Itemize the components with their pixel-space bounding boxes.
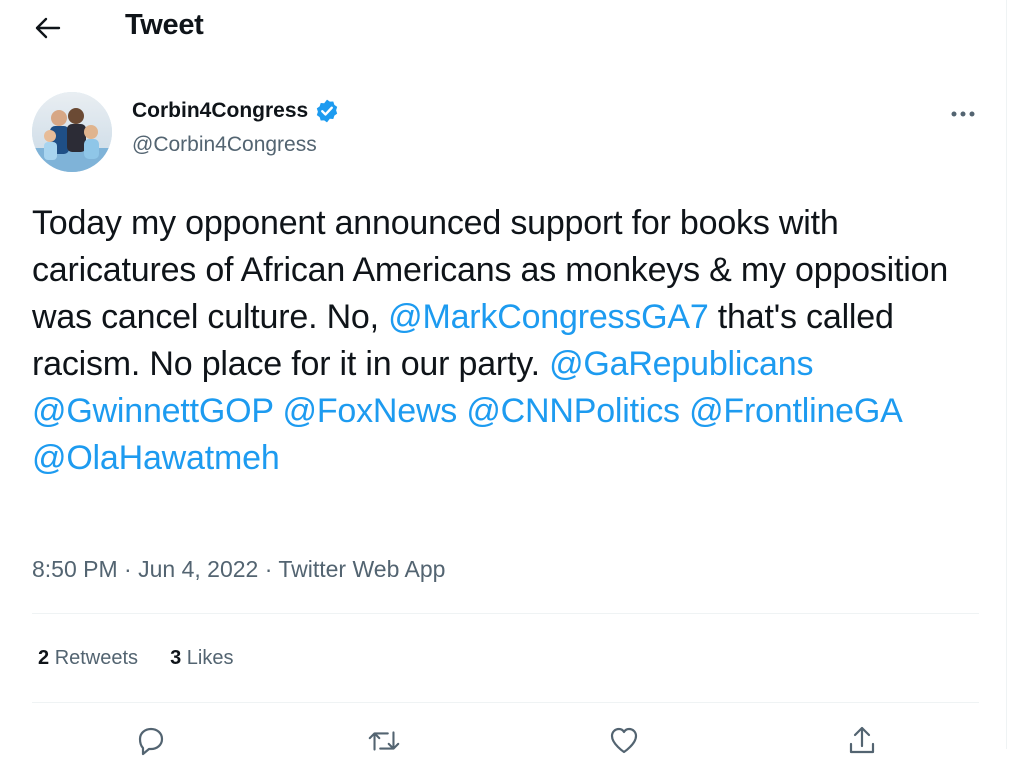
more-options-button[interactable] xyxy=(946,100,980,128)
verified-badge-icon xyxy=(314,98,340,124)
author-handle[interactable]: @Corbin4Congress xyxy=(132,133,317,157)
reply-button[interactable] xyxy=(133,724,169,760)
tweet-actions xyxy=(0,716,1006,756)
retweets-label: Retweets xyxy=(54,647,139,669)
meta-separator: · xyxy=(258,556,279,582)
tweet-source[interactable]: Twitter Web App xyxy=(278,556,445,582)
mention-link[interactable]: @CNNPolitics xyxy=(466,392,680,430)
back-button[interactable] xyxy=(30,10,66,46)
tweet-text-segment xyxy=(680,392,689,430)
mention-link[interactable]: @OlaHawatmeh xyxy=(32,439,280,477)
reply-icon xyxy=(138,727,164,756)
likes-count: 3 xyxy=(170,647,182,669)
like-icon xyxy=(610,727,638,754)
mention-link[interactable]: @GaRepublicans xyxy=(549,345,813,383)
tweet-stats: 2 Retweets 3 Likes xyxy=(38,647,233,670)
meta-separator: · xyxy=(117,556,139,582)
retweet-button[interactable] xyxy=(366,724,402,760)
retweet-icon xyxy=(368,731,400,751)
avatar-photo-icon xyxy=(32,92,112,172)
retweets-count: 2 xyxy=(38,647,50,669)
like-button[interactable] xyxy=(606,724,642,760)
back-arrow-icon xyxy=(35,17,61,39)
share-button[interactable] xyxy=(844,724,880,760)
retweets-stat[interactable]: 2 Retweets xyxy=(38,647,138,670)
page-title: Tweet xyxy=(125,9,204,41)
tweet-text: Today my opponent announced support for … xyxy=(32,200,992,482)
mention-link[interactable]: @FoxNews xyxy=(283,392,458,430)
likes-label: Likes xyxy=(186,647,234,669)
tweet-page: Tweet Corbin4Congress @Corbin4Congress T… xyxy=(0,0,1007,756)
likes-stat[interactable]: 3 Likes xyxy=(170,647,233,670)
divider xyxy=(32,613,979,614)
mention-link[interactable]: @GwinnettGOP xyxy=(32,392,273,430)
share-icon xyxy=(849,726,875,754)
avatar[interactable] xyxy=(32,92,112,172)
tweet-date[interactable]: Jun 4, 2022 xyxy=(138,556,258,582)
tweet-text-segment xyxy=(273,392,282,430)
tweet-text-segment xyxy=(457,392,466,430)
header-bar: Tweet xyxy=(0,0,1006,56)
mention-link[interactable]: @MarkCongressGA7 xyxy=(388,298,709,336)
mention-link[interactable]: @FrontlineGA xyxy=(689,392,901,430)
author-display-name[interactable]: Corbin4Congress xyxy=(132,99,308,123)
author-name-row[interactable]: Corbin4Congress xyxy=(132,98,340,124)
tweet-metadata: 8:50 PM · Jun 4, 2022 · Twitter Web App xyxy=(32,556,445,583)
more-icon xyxy=(951,111,975,117)
divider xyxy=(32,702,979,703)
tweet-time[interactable]: 8:50 PM xyxy=(32,556,118,582)
